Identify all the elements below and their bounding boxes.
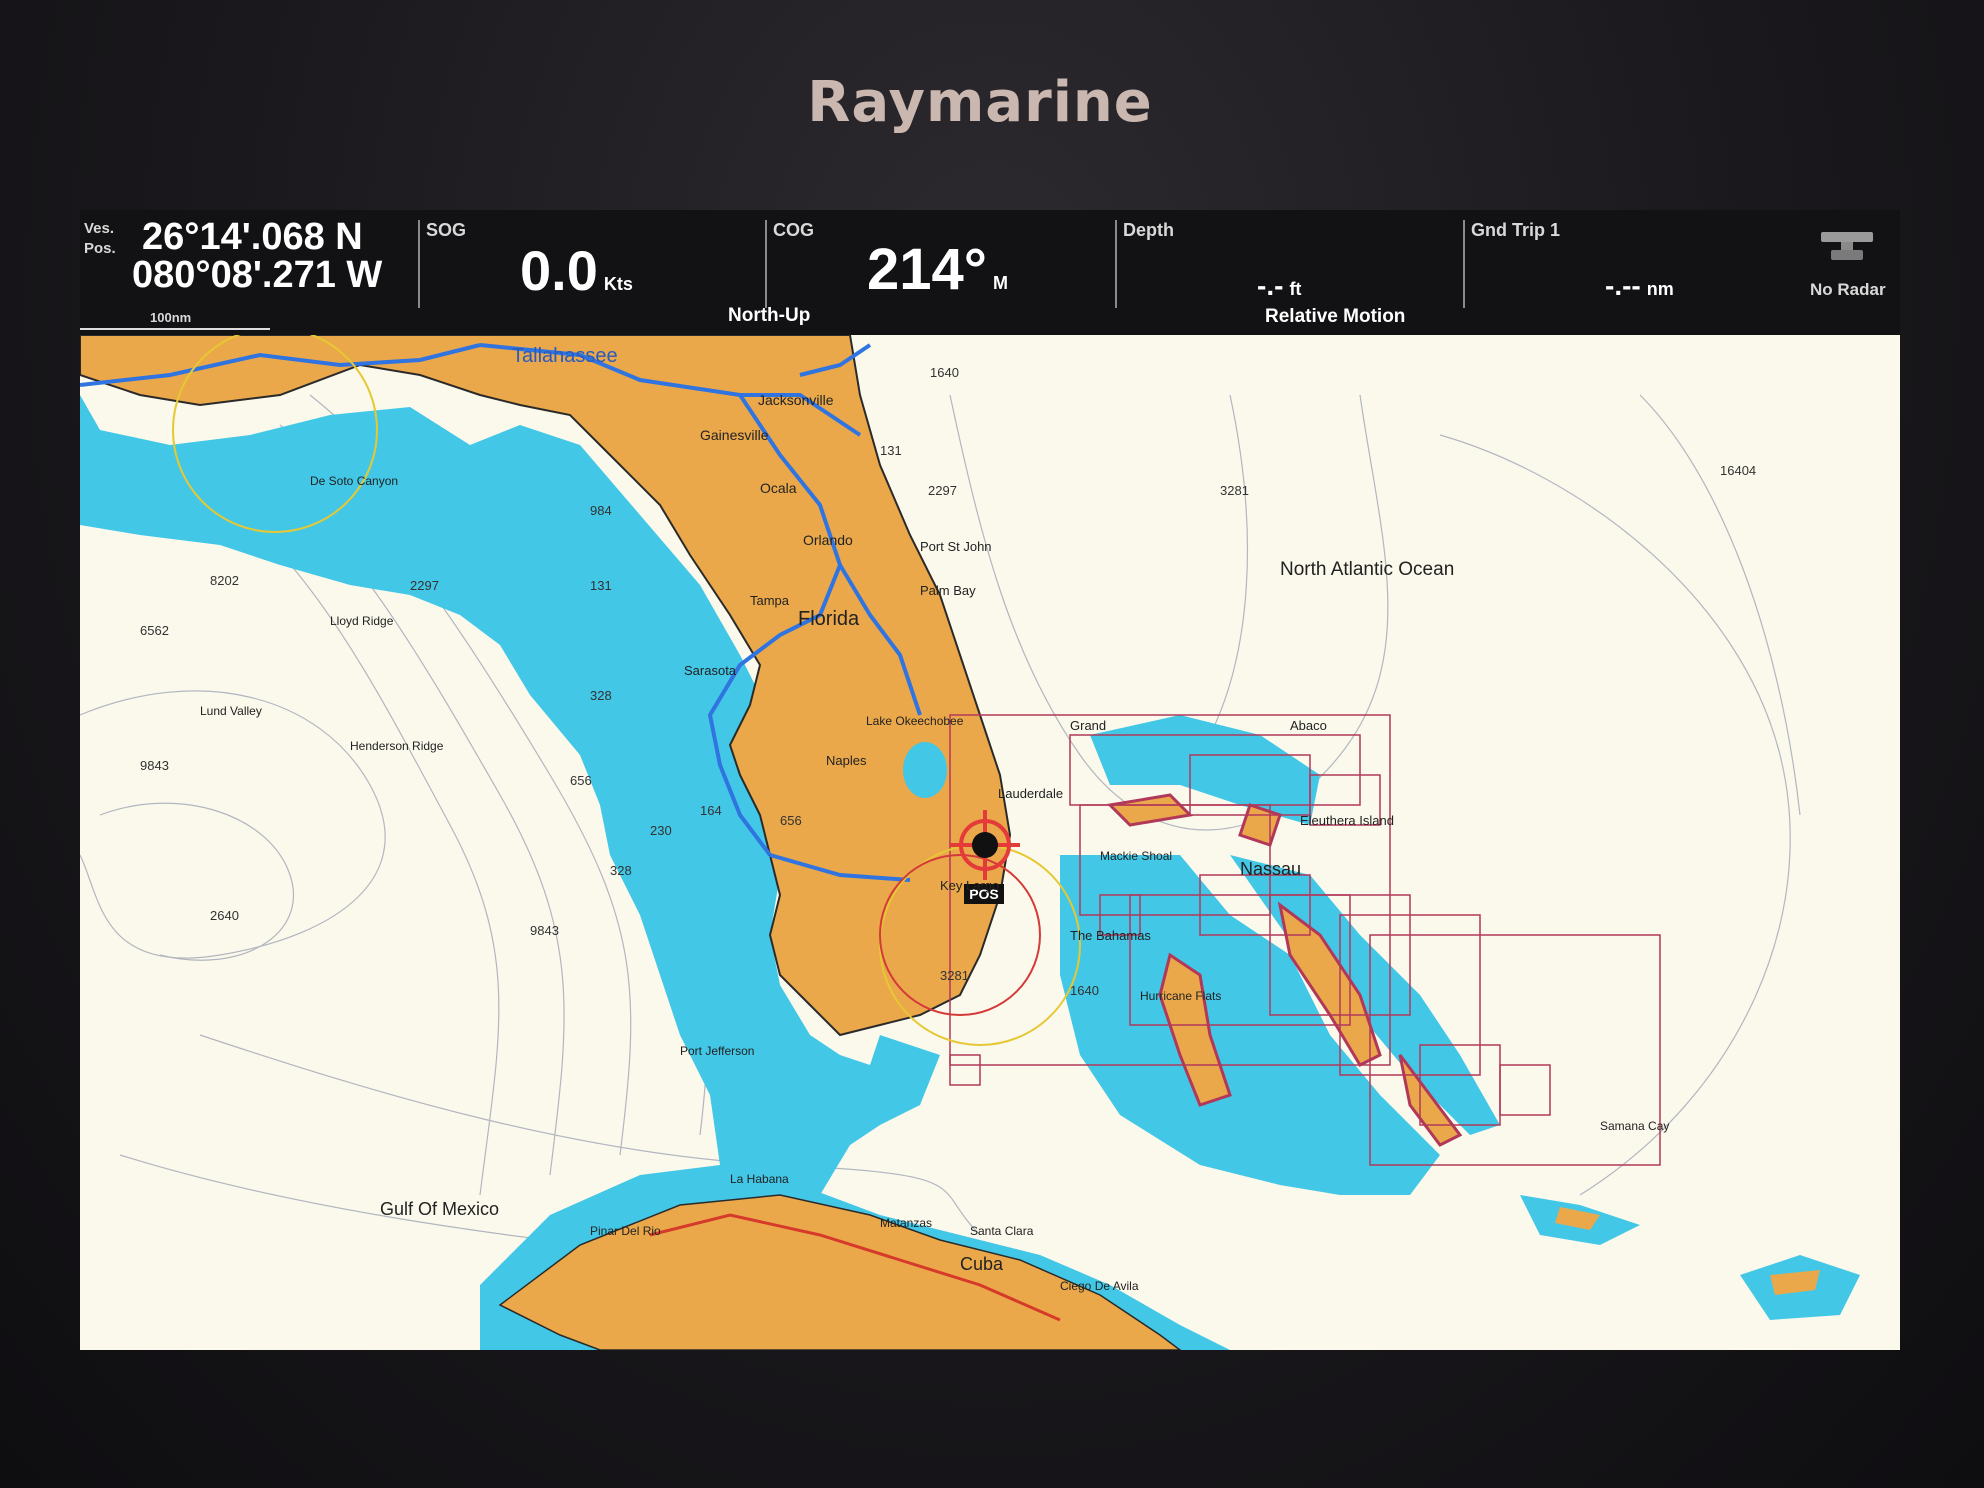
depth-sounding: 8202 xyxy=(210,573,239,588)
label-hurricane-flats: Hurricane Flats xyxy=(1140,989,1221,1003)
label-tallahassee: Tallahassee xyxy=(512,345,618,367)
trip-label: Gnd Trip 1 xyxy=(1471,220,1561,240)
label-gainesville: Gainesville xyxy=(700,427,769,443)
cog-number: 214° xyxy=(867,237,987,302)
cog-value: 214° M xyxy=(867,236,1008,303)
label-lloyd-ridge: Lloyd Ridge xyxy=(330,614,394,628)
label-ocala: Ocala xyxy=(760,480,797,496)
depth-number: -.- xyxy=(1257,270,1284,301)
depth-sounding: 984 xyxy=(590,503,612,518)
label-de-soto-canyon: De Soto Canyon xyxy=(310,474,398,488)
label-key-largo: Key Largo xyxy=(940,878,999,893)
sog-label: SOG xyxy=(426,220,467,240)
cog-unit: M xyxy=(992,273,1008,293)
lake-okeechobee xyxy=(903,742,947,798)
label-palm-bay: Palm Bay xyxy=(920,583,976,598)
label-port-jefferson: Port Jefferson xyxy=(680,1044,754,1058)
label-north-atlantic: North Atlantic Ocean xyxy=(1280,559,1454,580)
depth-sounding: 1640 xyxy=(930,365,959,380)
mfd-screen: Ves. Pos. 26°14'.068 N 080°08'.271 W 100… xyxy=(80,210,1900,1350)
label-naples: Naples xyxy=(826,753,867,768)
depth-sounding: 656 xyxy=(780,813,802,828)
depth-sounding: 16404 xyxy=(1720,463,1756,478)
depth-value: -.- ft xyxy=(1257,270,1301,302)
depth-sounding: 656 xyxy=(570,773,592,788)
depth-sounding: 2297 xyxy=(928,483,957,498)
depth-sounding: 1640 xyxy=(1070,983,1099,998)
brand-logo: Raymarine xyxy=(807,70,1153,135)
label-orlando: Orlando xyxy=(803,532,853,548)
latitude-value: 26°14'.068 N xyxy=(142,216,363,258)
data-bar: Ves. Pos. 26°14'.068 N 080°08'.271 W 100… xyxy=(80,210,1900,335)
label-sarasota: Sarasota xyxy=(684,663,737,678)
depth-sounding: 9843 xyxy=(140,758,169,773)
depth-sounding: 328 xyxy=(590,688,612,703)
label-samana-cay: Samana Cay xyxy=(1600,1119,1669,1133)
trip-value: -.-- nm xyxy=(1605,270,1674,302)
cog-cell[interactable]: COG 214° M xyxy=(767,218,1097,323)
scale-bar xyxy=(80,328,270,330)
label-jacksonville: Jacksonville xyxy=(758,392,834,408)
label-florida: Florida xyxy=(798,608,860,630)
trip-unit: nm xyxy=(1646,279,1674,299)
label-gulf-of-mexico: Gulf Of Mexico xyxy=(380,1199,499,1219)
label-santa-clara: Santa Clara xyxy=(970,1224,1034,1238)
depth-sounding: 2297 xyxy=(410,578,439,593)
label-cuba: Cuba xyxy=(960,1254,1004,1274)
position-label-1: Ves. xyxy=(84,220,115,237)
scale-label: 100nm xyxy=(150,310,192,325)
depth-sounding: 131 xyxy=(590,578,612,593)
no-radar-label: No Radar xyxy=(1810,280,1886,299)
depth-sounding: 6562 xyxy=(140,623,169,638)
label-the-bahamas: The Bahamas xyxy=(1070,928,1151,943)
label-abaco: Abaco xyxy=(1290,718,1327,733)
sog-cell[interactable]: SOG 0.0 Kts xyxy=(420,218,750,323)
depth-sounding: 3281 xyxy=(1220,483,1249,498)
label-tampa: Tampa xyxy=(750,593,790,608)
label-eleuthera: Eleuthera Island xyxy=(1300,813,1394,828)
relative-motion-mode[interactable]: Relative Motion xyxy=(1265,306,1405,328)
position-cell[interactable]: Ves. Pos. 26°14'.068 N 080°08'.271 W 100… xyxy=(80,216,410,330)
sog-unit: Kts xyxy=(603,274,633,294)
depth-sounding: 9843 xyxy=(530,923,559,938)
label-lund-valley: Lund Valley xyxy=(200,704,262,718)
longitude-value: 080°08'.271 W xyxy=(132,254,383,296)
label-la-habana: La Habana xyxy=(730,1172,789,1186)
sog-value: 0.0 Kts xyxy=(520,238,633,303)
depth-sounding: 328 xyxy=(610,863,632,878)
depth-sounding: 230 xyxy=(650,823,672,838)
chart-canvas[interactable]: POS Tallahassee Jacksonville Gainesville… xyxy=(80,335,1900,1350)
depth-label: Depth xyxy=(1123,220,1174,240)
label-grand: Grand xyxy=(1070,718,1106,733)
cog-label: COG xyxy=(773,220,815,240)
trip-cell[interactable]: Gnd Trip 1 -.-- nm xyxy=(1465,218,1785,323)
depth-unit: ft xyxy=(1289,279,1302,299)
label-mackie-shoal: Mackie Shoal xyxy=(1100,849,1172,863)
trip-number: -.-- xyxy=(1605,270,1641,301)
label-pinar-del-rio: Pinar Del Rio xyxy=(590,1224,661,1238)
label-matanzas: Matanzas xyxy=(880,1216,932,1230)
sog-number: 0.0 xyxy=(520,239,598,302)
depth-sounding: 3281 xyxy=(940,968,969,983)
depth-sounding: 131 xyxy=(880,443,902,458)
nautical-chart[interactable]: POS Tallahassee Jacksonville Gainesville… xyxy=(80,335,1900,1350)
label-lauderdale: Lauderdale xyxy=(998,786,1063,801)
label-lake-okeechobee: Lake Okeechobee xyxy=(866,714,964,728)
label-port-st-john: Port St John xyxy=(920,539,992,554)
depth-sounding: 164 xyxy=(700,803,722,818)
radar-icon xyxy=(1821,232,1873,260)
north-up-mode[interactable]: North-Up xyxy=(728,305,810,327)
label-nassau: Nassau xyxy=(1240,859,1301,879)
label-ciego-de-avila: Ciego De Avila xyxy=(1060,1279,1139,1293)
label-henderson-ridge: Henderson Ridge xyxy=(350,739,444,753)
position-label-2: Pos. xyxy=(84,240,116,257)
depth-sounding: 2640 xyxy=(210,908,239,923)
